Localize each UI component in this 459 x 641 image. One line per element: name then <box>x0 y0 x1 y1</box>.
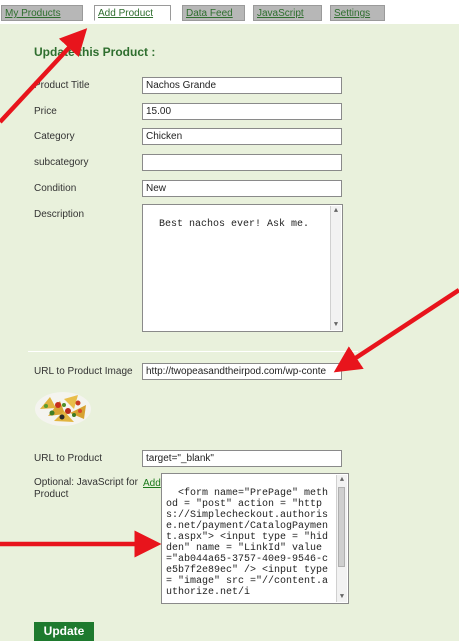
scrollbar-thumb[interactable] <box>338 487 345 567</box>
product-image-thumbnail <box>34 389 93 427</box>
image-url-label: URL to Product Image <box>34 366 133 377</box>
scroll-up-icon[interactable]: ▲ <box>331 206 341 216</box>
product-title-label: Product Title <box>34 80 90 91</box>
javascript-code-text: <form name="PrePage" method = "post" act… <box>166 488 335 598</box>
product-title-input[interactable]: Nachos Grande <box>142 77 342 94</box>
tab-javascript[interactable]: JavaScript <box>253 5 322 21</box>
condition-input[interactable]: New <box>142 180 342 197</box>
nachos-image <box>34 389 93 427</box>
tab-data-feed[interactable]: Data Feed <box>182 5 245 21</box>
scroll-up-icon[interactable]: ▲ <box>337 475 347 485</box>
category-label: Category <box>34 131 75 142</box>
description-label: Description <box>34 209 85 220</box>
product-url-label: URL to Product <box>34 453 102 464</box>
tab-bar: My Products Add Product Data Feed JavaSc… <box>0 0 459 24</box>
update-button[interactable]: Update <box>34 622 94 641</box>
javascript-textarea[interactable]: <form name="PrePage" method = "post" act… <box>161 473 349 604</box>
category-input[interactable]: Chicken <box>142 128 342 145</box>
scroll-down-icon[interactable]: ▼ <box>337 592 347 602</box>
page-title: Update this Product : <box>34 45 156 59</box>
condition-label: Condition <box>34 183 77 194</box>
add-javascript-link[interactable]: Add <box>143 478 161 489</box>
subcategory-label: subcategory <box>34 157 89 168</box>
tab-settings[interactable]: Settings <box>330 5 385 21</box>
description-text: Best nachos ever! Ask me. <box>159 219 310 230</box>
product-url-input[interactable]: target="_blank" <box>142 450 342 467</box>
tab-add-product[interactable]: Add Product <box>94 5 171 21</box>
section-divider <box>28 351 358 352</box>
description-scrollbar[interactable]: ▲ ▼ <box>330 206 341 330</box>
scroll-down-icon[interactable]: ▼ <box>331 320 341 330</box>
tab-my-products[interactable]: My Products <box>1 5 83 21</box>
image-url-input[interactable]: http://twopeasandtheirpod.com/wp-conte <box>142 363 342 380</box>
price-label: Price <box>34 106 57 117</box>
price-input[interactable]: 15.00 <box>142 103 342 120</box>
javascript-label: Optional: JavaScript for Product <box>34 477 138 500</box>
description-textarea[interactable]: Best nachos ever! Ask me. ▲ ▼ <box>142 204 343 332</box>
javascript-scrollbar[interactable]: ▲ ▼ <box>336 475 347 602</box>
subcategory-input[interactable] <box>142 154 342 171</box>
